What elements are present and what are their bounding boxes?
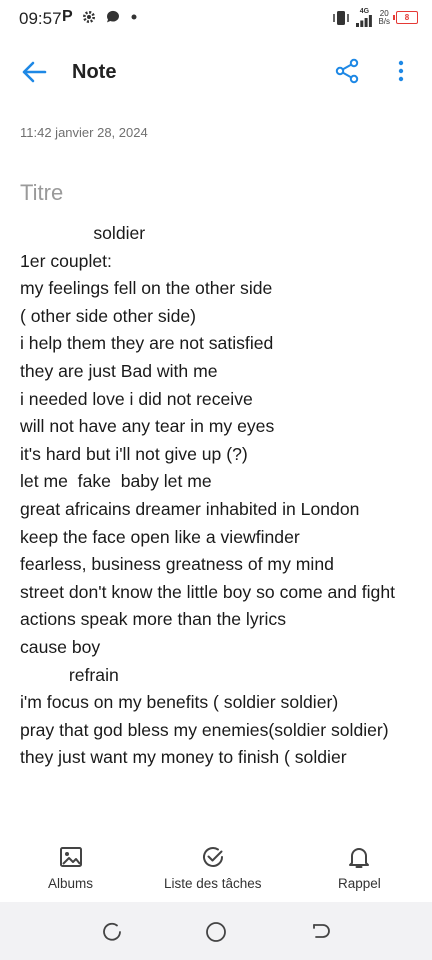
signal-group: 4G (356, 8, 373, 27)
back-nav-button[interactable] (309, 920, 333, 944)
recents-button[interactable] (100, 920, 124, 944)
home-button[interactable] (204, 920, 228, 944)
status-notification-icons: P (62, 8, 139, 26)
dot-icon (131, 14, 137, 20)
bell-icon (349, 848, 370, 868)
recents-icon (103, 922, 121, 941)
note-body-field[interactable]: soldier 1er couplet: my feelings fell on… (20, 220, 400, 820)
vibrate-icon (333, 10, 350, 25)
signal-icon (356, 15, 373, 27)
signal-label: 4G (359, 8, 370, 15)
battery-level: 8 (404, 13, 410, 22)
albums-button[interactable]: Albums (48, 844, 93, 891)
more-vertical-icon (398, 60, 404, 82)
note-date: 11:42 janvier 28, 2024 (20, 125, 148, 140)
bottom-toolbar: Albums Liste des tâches Rappel (0, 836, 432, 902)
share-icon (335, 58, 359, 84)
status-time: 09:57 (19, 9, 62, 28)
page-title: Note (72, 61, 117, 83)
net-speed: 20 B/s (378, 9, 390, 26)
note-title-field[interactable]: Titre (20, 180, 63, 206)
status-bar: 09:57 P 4G 20 B/s 8 (0, 0, 432, 38)
task-list-button[interactable]: Liste des tâches (164, 844, 262, 891)
home-circle-icon (206, 922, 226, 942)
more-options-button[interactable] (388, 58, 414, 84)
system-navigation-bar (0, 902, 432, 960)
gear-icon (82, 11, 95, 23)
p-icon: P (62, 8, 73, 25)
status-system-icons: 4G 20 B/s 8 (332, 8, 418, 27)
task-list-label: Liste des tâches (164, 876, 262, 891)
back-nav-icon (313, 924, 330, 938)
image-icon (59, 847, 82, 867)
check-circle-icon (202, 847, 223, 867)
chat-bubble-icon (106, 10, 119, 23)
arrow-left-icon (22, 61, 47, 83)
app-bar: Note (0, 42, 432, 100)
albums-label: Albums (48, 876, 94, 891)
reminder-button[interactable]: Rappel (338, 844, 381, 891)
net-speed-unit: B/s (378, 16, 390, 26)
reminder-label: Rappel (338, 876, 381, 891)
back-button[interactable] (18, 56, 50, 88)
share-button[interactable] (334, 58, 360, 84)
battery-icon: 8 (393, 11, 418, 24)
